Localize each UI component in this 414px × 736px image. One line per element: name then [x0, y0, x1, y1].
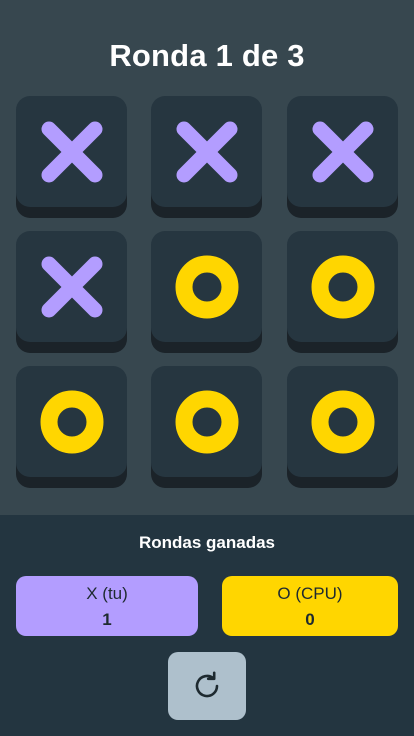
- player-o-score: 0: [305, 610, 315, 629]
- cell-face: [16, 366, 127, 477]
- cell-face: [16, 231, 127, 342]
- player-x-label: X (tu): [86, 584, 128, 603]
- cell-face: [287, 231, 398, 342]
- o-mark-icon: [40, 390, 104, 454]
- board-cell-1-3[interactable]: [287, 96, 398, 218]
- scoreboard-panel: Rondas ganadas X (tu) 1 O (CPU) 0: [0, 515, 414, 736]
- o-mark-icon: [311, 255, 375, 319]
- x-mark-icon: [312, 121, 374, 183]
- cell-face: [287, 366, 398, 477]
- restart-icon: [195, 671, 219, 698]
- rounds-won-title: Rondas ganadas: [138, 533, 276, 552]
- board-cell-1-1[interactable]: [16, 96, 127, 218]
- player-o-score-card: O (CPU) 0: [222, 576, 398, 636]
- x-mark-icon: [41, 121, 103, 183]
- o-mark-icon: [175, 390, 239, 454]
- board-cell-3-2[interactable]: [151, 366, 262, 488]
- game-board: [16, 96, 398, 489]
- player-o-label: O (CPU): [277, 584, 343, 603]
- cell-face: [151, 96, 262, 207]
- cell-face: [151, 366, 262, 477]
- cell-face: [151, 231, 262, 342]
- o-mark-icon: [175, 255, 239, 319]
- round-title: Ronda 1 de 3: [109, 38, 305, 73]
- cell-face: [287, 96, 398, 207]
- player-x-score-card: X (tu) 1: [16, 576, 198, 636]
- board-cell-2-2[interactable]: [151, 231, 262, 353]
- board-cell-3-1[interactable]: [16, 366, 127, 488]
- board-cell-2-1[interactable]: [16, 231, 127, 353]
- board-cell-2-3[interactable]: [287, 231, 398, 353]
- board-cell-3-3[interactable]: [287, 366, 398, 488]
- o-mark-icon: [311, 390, 375, 454]
- x-mark-icon: [41, 256, 103, 318]
- player-x-score: 1: [102, 610, 112, 629]
- cell-face: [16, 96, 127, 207]
- restart-button[interactable]: [168, 652, 246, 720]
- x-mark-icon: [176, 121, 238, 183]
- board-cell-1-2[interactable]: [151, 96, 262, 218]
